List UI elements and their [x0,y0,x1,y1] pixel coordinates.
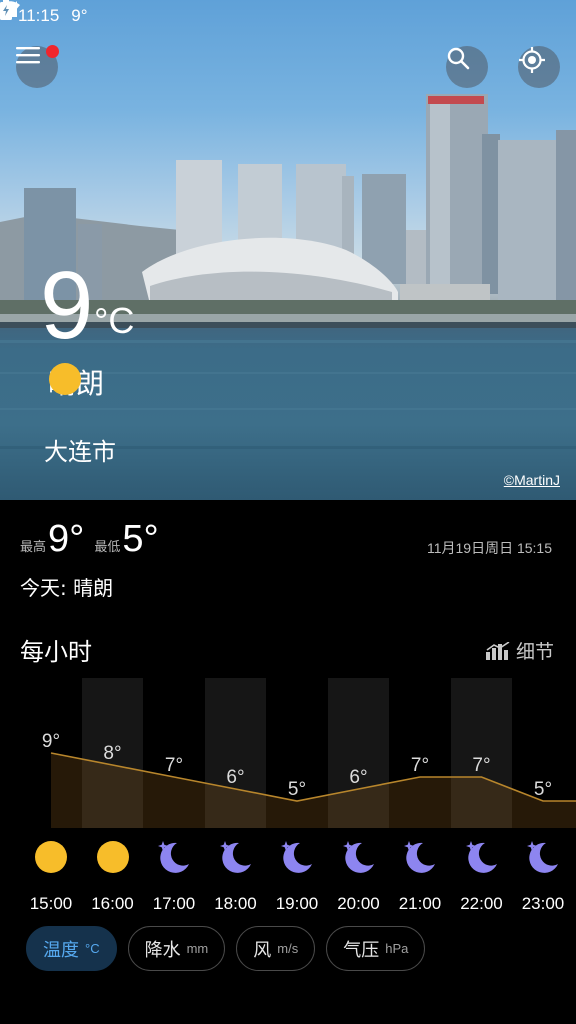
moon-star-icon [281,841,312,873]
hour-temp-label: 7° [411,755,429,776]
current-condition: 晴朗 [48,362,104,402]
metric-chip[interactable]: 降水 mm [127,926,226,971]
hour-time: 22:00 [460,894,503,913]
hourly-temperature-chart: 9° 8° 7° 6° 5° 6° 7° 7° 5° [20,678,576,828]
battery-charging-icon [0,0,12,20]
sun-icon [49,363,81,395]
hour-time: 18:00 [214,894,257,913]
chip-label: 气压 [343,939,380,961]
city-skyline-photo [0,94,576,449]
status-temp: 9° [71,6,88,25]
chip-unit: m/s [277,941,299,956]
status-bar: 11:15 9° [0,0,576,32]
hour-temp-label: 8° [103,743,121,764]
hamburger-menu-icon [16,47,40,64]
current-temperature: 9 [40,252,93,359]
menu-button[interactable] [16,45,59,88]
temperature-unit: °C [94,300,135,341]
hour-temp-label: 7° [165,755,183,776]
notification-dot [46,45,59,58]
metric-chip[interactable]: 温度 °C [26,926,117,971]
hour-time: 19:00 [275,894,319,913]
metric-chip[interactable]: 气压 hPa [326,926,426,971]
hour-time: 21:00 [398,894,442,913]
moon-star-icon [465,841,497,873]
hour-item[interactable]: 17:00 [143,838,205,914]
hour-temp-label: 7° [472,755,490,776]
hour-item[interactable]: 23:00 [512,838,574,914]
sun-icon [35,841,67,873]
hour-temp-label: 5° [288,779,306,800]
hour-item[interactable]: 20:00 [328,838,390,914]
photo-credit-link[interactable]: ©MartinJ [504,472,560,488]
hero-photo: 11:15 9° 9 °C 大连市 ©MartinJ [0,0,576,500]
low-value: 5° [122,518,159,560]
hour-item[interactable]: 15:00 [20,838,82,914]
search-icon [447,47,470,70]
hour-item[interactable]: 22:00 [451,838,513,914]
hourly-chart-svg: 9° 8° 7° 6° 5° 6° 7° 7° 5° [42,678,576,828]
bar-chart-icon [485,641,510,660]
chip-unit: mm [186,941,209,956]
low-label: 最低 [94,540,121,555]
gps-locate-icon [519,47,545,73]
hour-time: 20:00 [337,894,380,913]
hour-item[interactable]: 19:00 [266,838,328,914]
hour-temp-label: 6° [349,767,367,788]
today-summary: 今天: 晴朗 [20,576,114,600]
metric-selector: 温度 °C 降水 mm 风 m/s 气压 hPa [26,926,426,971]
moon-star-icon [527,841,558,873]
hour-time: 16:00 [91,894,134,913]
hour-item[interactable]: 16:00 [82,838,144,914]
hour-temp-label: 9° [42,731,60,752]
high-low-temps: 最高 9° 最低 5° [20,518,169,561]
high-label: 最高 [20,540,47,555]
chip-unit: hPa [385,941,409,956]
chip-label: 温度 [43,939,79,961]
city-name[interactable]: 大连市 [44,432,116,467]
chip-label: 降水 [144,939,181,961]
date-time: 11月19日周日 15:15 [426,540,552,556]
metric-chip[interactable]: 风 m/s [236,926,316,971]
chip-unit: °C [85,941,100,956]
status-time: 11:15 [18,6,60,25]
search-button[interactable] [446,46,488,88]
high-value: 9° [48,518,85,560]
hourly-title: 每小时 [20,638,92,666]
hour-temp-label: 5° [534,779,552,800]
hour-time: 15:00 [29,894,73,913]
hour-time: 17:00 [152,894,196,913]
hour-item[interactable]: 21:00 [389,838,451,914]
hour-temp-label: 6° [226,767,244,788]
details-button[interactable]: 细节 [485,637,554,664]
moon-star-icon [342,841,374,873]
moon-star-icon [219,841,251,873]
details-label: 细节 [515,641,554,663]
hour-item[interactable]: 18:00 [205,838,267,914]
locate-button[interactable] [518,46,560,88]
sun-icon [96,841,129,873]
chip-label: 风 [253,939,272,961]
moon-star-icon [158,841,189,873]
moon-star-icon [404,841,435,873]
hour-time: 23:00 [521,894,565,913]
